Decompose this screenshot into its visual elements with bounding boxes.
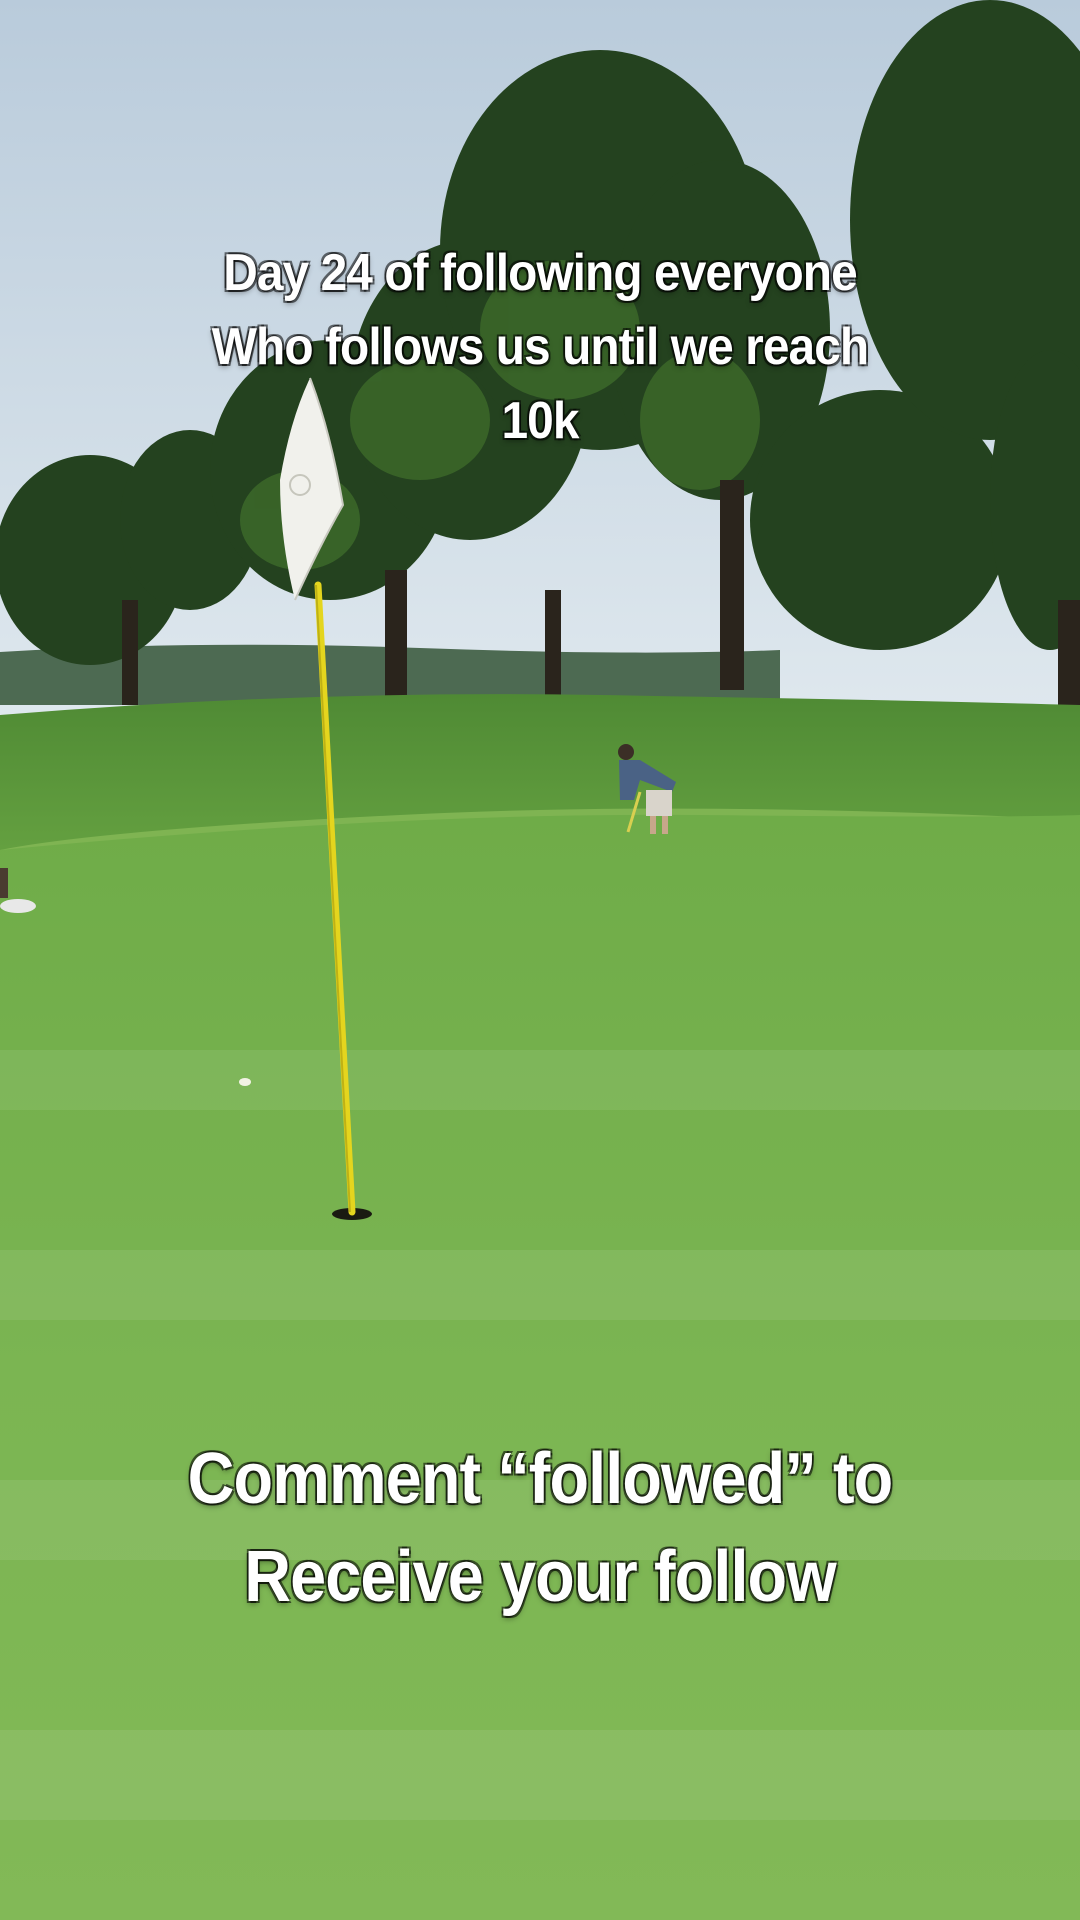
bottom-caption: Comment “followed” to Receive your follo…: [54, 1430, 1026, 1626]
top-caption-line-3: 10k: [501, 392, 579, 450]
top-caption-line-1: Day 24 of following everyone: [223, 244, 857, 302]
bottom-caption-line-2: Receive your follow: [244, 1537, 836, 1617]
top-caption: Day 24 of following everyone Who follows…: [43, 236, 1037, 458]
golf-ball: [239, 1078, 251, 1086]
top-caption-line-2: Who follows us until we reach: [211, 318, 869, 376]
bottom-caption-line-1: Comment “followed” to: [187, 1439, 894, 1519]
